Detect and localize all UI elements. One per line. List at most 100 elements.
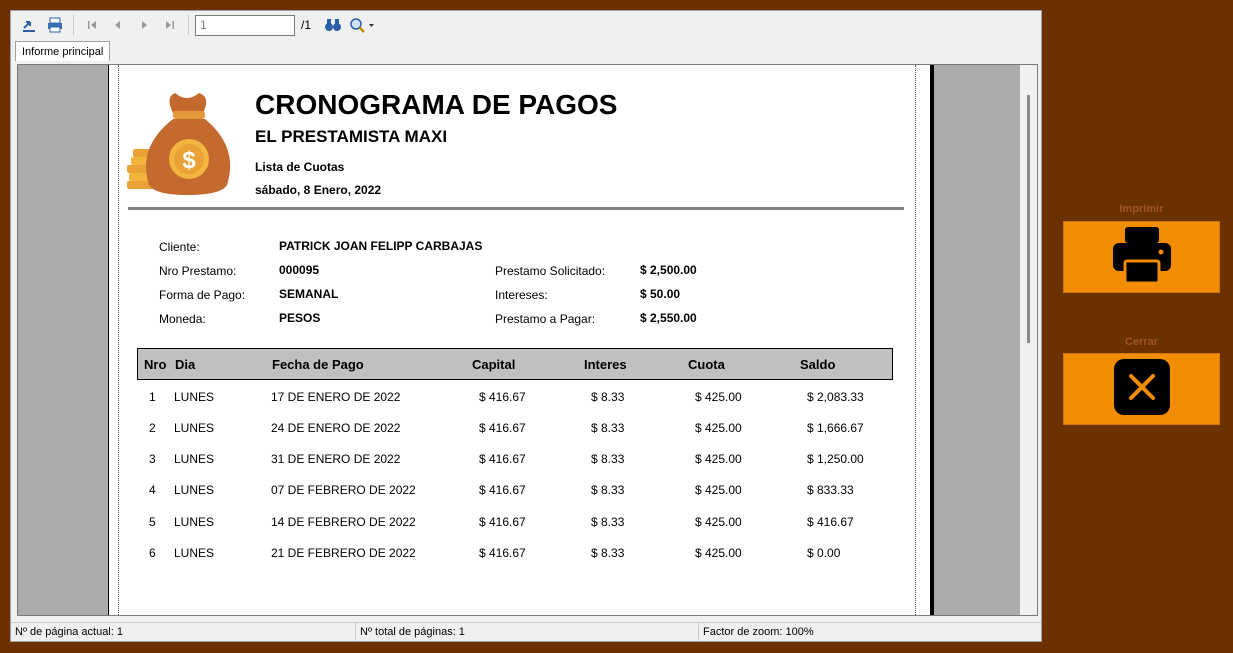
forma-pago-value: SEMANAL <box>279 287 339 301</box>
cell-nro: 3 <box>149 452 156 466</box>
prestamo-solicitado-value: $ 2,500.00 <box>640 263 697 277</box>
page-total-label: /1 <box>301 18 312 32</box>
cell-dia: LUNES <box>174 546 215 560</box>
header-divider <box>128 207 904 210</box>
report-tabs: Informe principal <box>15 40 111 62</box>
page-number-input[interactable] <box>195 14 295 36</box>
prestamo-solicitado-label: Prestamo Solicitado: <box>495 264 606 278</box>
cell-saldo: $ 416.67 <box>807 515 854 529</box>
cell-dia: LUNES <box>174 452 215 466</box>
zoom-icon[interactable] <box>347 14 377 36</box>
col-capital: Capital <box>472 357 516 372</box>
print-label: Imprimir <box>1119 203 1164 215</box>
cell-fecha: 21 DE FEBRERO DE 2022 <box>271 546 416 560</box>
forma-pago-label: Forma de Pago: <box>159 288 246 302</box>
next-page-icon[interactable] <box>132 14 156 36</box>
report-title: CRONOGRAMA DE PAGOS <box>255 89 618 120</box>
toolbar-separator <box>73 15 74 35</box>
cell-capital: $ 416.67 <box>479 452 526 466</box>
moneda-value: PESOS <box>279 311 321 325</box>
intereses-label: Intereses: <box>495 288 548 302</box>
status-bar: Nº de página actual: 1 Nº total de págin… <box>11 622 1041 642</box>
report-viewer-window: /1 Informe principal <box>10 10 1042 642</box>
cell-cuota: $ 425.00 <box>695 421 742 435</box>
page-shadow <box>930 65 934 615</box>
cliente-label: Cliente: <box>159 240 200 254</box>
nro-prestamo-value: 000095 <box>279 263 320 277</box>
cell-dia: LUNES <box>174 515 215 529</box>
close-icon <box>1113 358 1171 421</box>
cell-interes: $ 8.33 <box>591 515 625 529</box>
cell-cuota: $ 425.00 <box>695 546 742 560</box>
status-zoom: Factor de zoom: 100% <box>703 626 814 638</box>
close-button[interactable] <box>1063 353 1220 425</box>
cell-cuota: $ 425.00 <box>695 483 742 497</box>
col-nro: Nro <box>144 357 167 372</box>
intereses-value: $ 50.00 <box>640 287 681 301</box>
page-margin-right <box>915 65 916 615</box>
col-dia: Dia <box>175 357 196 372</box>
col-interes: Interes <box>584 357 627 372</box>
table-row: 1 LUNES 17 DE ENERO DE 2022 $ 416.67 $ 8… <box>137 390 893 410</box>
cell-fecha: 24 DE ENERO DE 2022 <box>271 421 401 435</box>
cell-saldo: $ 0.00 <box>807 546 841 560</box>
cell-fecha: 17 DE ENERO DE 2022 <box>271 390 401 404</box>
print-button[interactable] <box>1063 221 1220 293</box>
nro-prestamo-label: Nro Prestamo: <box>159 264 237 278</box>
cell-interes: $ 8.33 <box>591 483 625 497</box>
vertical-scrollbar[interactable] <box>1020 65 1037 615</box>
report-date: sábado, 8 Enero, 2022 <box>255 183 382 197</box>
cell-cuota: $ 425.00 <box>695 515 742 529</box>
cell-fecha: 14 DE FEBRERO DE 2022 <box>271 515 416 529</box>
col-fecha: Fecha de Pago <box>272 357 364 372</box>
close-label: Cerrar <box>1124 336 1159 348</box>
cell-saldo: $ 833.33 <box>807 483 854 497</box>
cell-nro: 1 <box>149 390 156 404</box>
schedule-table-header: Nro Dia Fecha de Pago Capital Interes Cu… <box>137 348 893 380</box>
cell-fecha: 07 DE FEBRERO DE 2022 <box>271 483 416 497</box>
cell-interes: $ 8.33 <box>591 390 625 404</box>
viewer-toolbar: /1 <box>11 11 1041 39</box>
cell-dia: LUNES <box>174 390 215 404</box>
page-margin-left <box>118 65 119 615</box>
table-row: 3 LUNES 31 DE ENERO DE 2022 $ 416.67 $ 8… <box>137 452 893 472</box>
cell-saldo: $ 1,666.67 <box>807 421 864 435</box>
report-page: $ CRONOGRAMA DE PAGOS EL PRESTAMISTA MAX… <box>108 65 930 615</box>
first-page-icon[interactable] <box>80 14 104 36</box>
print-icon[interactable] <box>43 14 67 36</box>
prestamo-pagar-label: Prestamo a Pagar: <box>495 312 596 326</box>
report-list-label: Lista de Cuotas <box>255 160 345 174</box>
money-bag-icon: $ <box>127 89 249 202</box>
cell-nro: 6 <box>149 546 156 560</box>
report-canvas: $ CRONOGRAMA DE PAGOS EL PRESTAMISTA MAX… <box>17 64 1038 616</box>
cell-capital: $ 416.67 <box>479 515 526 529</box>
cell-interes: $ 8.33 <box>591 452 625 466</box>
cell-nro: 5 <box>149 515 156 529</box>
export-icon[interactable] <box>17 14 41 36</box>
cell-cuota: $ 425.00 <box>695 452 742 466</box>
table-row: 5 LUNES 14 DE FEBRERO DE 2022 $ 416.67 $… <box>137 515 893 535</box>
cell-interes: $ 8.33 <box>591 421 625 435</box>
prestamo-pagar-value: $ 2,550.00 <box>640 311 697 325</box>
last-page-icon[interactable] <box>158 14 182 36</box>
table-row: 2 LUNES 24 DE ENERO DE 2022 $ 416.67 $ 8… <box>137 421 893 441</box>
scrollbar-thumb[interactable] <box>1027 95 1030 343</box>
col-saldo: Saldo <box>800 357 836 372</box>
cell-cuota: $ 425.00 <box>695 390 742 404</box>
cell-capital: $ 416.67 <box>479 421 526 435</box>
prev-page-icon[interactable] <box>106 14 130 36</box>
cell-capital: $ 416.67 <box>479 483 526 497</box>
cell-fecha: 31 DE ENERO DE 2022 <box>271 452 401 466</box>
printer-icon <box>1111 225 1173 290</box>
svg-text:$: $ <box>182 147 196 174</box>
cell-capital: $ 416.67 <box>479 546 526 560</box>
cell-interes: $ 8.33 <box>591 546 625 560</box>
report-subtitle: EL PRESTAMISTA MAXI <box>255 127 448 146</box>
cliente-value: PATRICK JOAN FELIPP CARBAJAS <box>279 239 483 253</box>
tab-informe-principal[interactable]: Informe principal <box>15 41 111 61</box>
cell-nro: 2 <box>149 421 156 435</box>
binoculars-icon[interactable] <box>321 14 345 36</box>
cell-dia: LUNES <box>174 421 215 435</box>
toolbar-separator <box>188 15 189 35</box>
moneda-label: Moneda: <box>159 312 206 326</box>
